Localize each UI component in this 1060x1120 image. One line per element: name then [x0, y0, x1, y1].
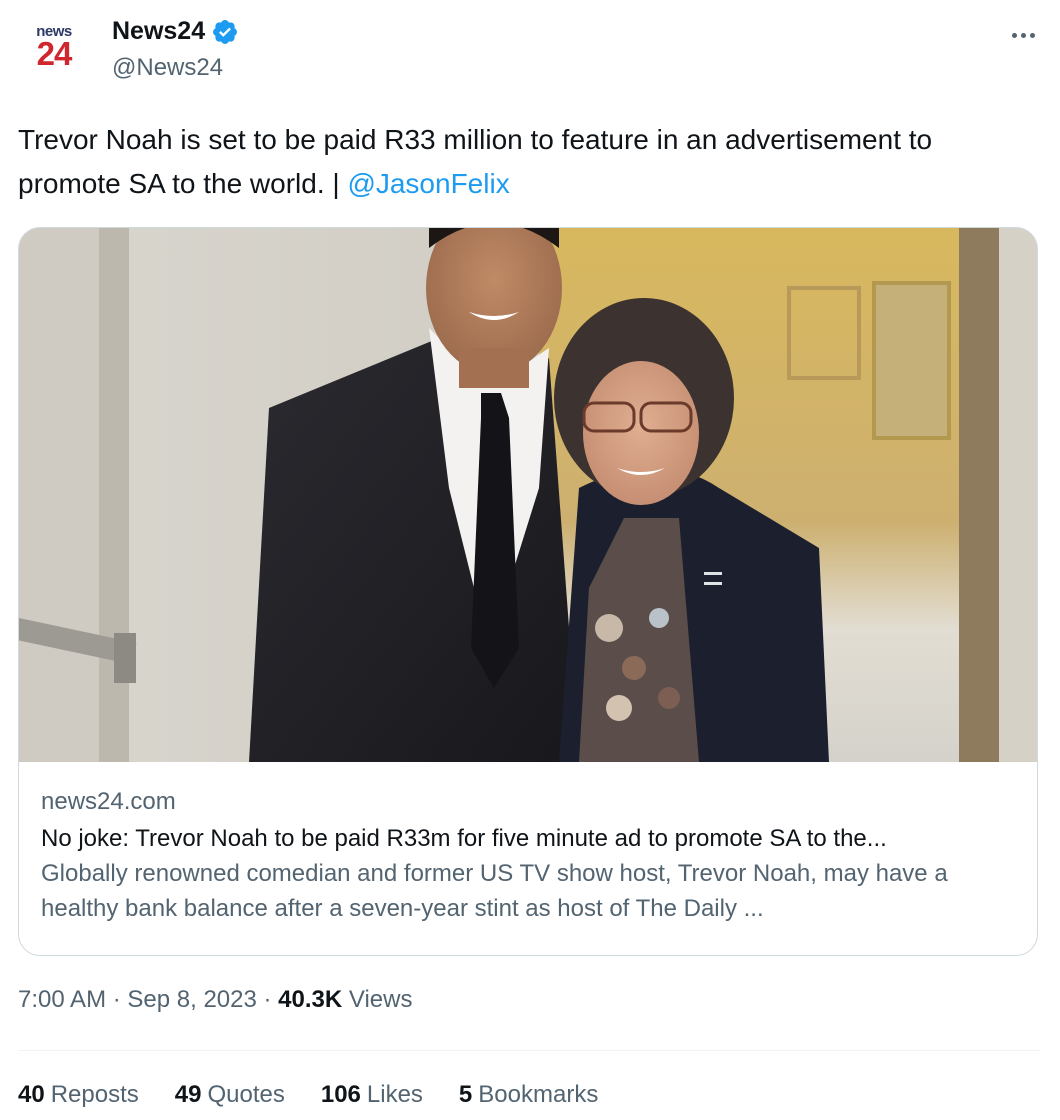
author-display-name[interactable]: News24 [112, 17, 205, 46]
card-domain: news24.com [41, 788, 176, 815]
avatar-logo-bottom: 24 [36, 35, 73, 72]
views-label: Views [342, 986, 413, 1013]
more-options-icon[interactable] [1008, 20, 1038, 50]
divider [18, 1050, 1040, 1051]
card-title: No joke: Trevor Noah to be paid R33m for… [41, 825, 887, 852]
likes-count: 106 [320, 1081, 361, 1108]
likes-label: Likes [366, 1081, 423, 1108]
reposts-count: 40 [18, 1081, 45, 1108]
card-description: Globally renowned comedian and former US… [41, 860, 948, 922]
quotes-count: 49 [174, 1081, 202, 1108]
tweet: news 24 News24 @News24 Trevor Noah is se… [0, 0, 1060, 1120]
bookmarks-stat[interactable]: 5 Bookmarks [459, 1081, 598, 1109]
tweet-meta: 7:00 AM · Sep 8, 2023 · 40.3K Views [18, 986, 412, 1014]
card-photo [19, 228, 1037, 762]
likes-stat[interactable]: 106 Likes [321, 1081, 423, 1109]
quotes-label: Quotes [207, 1081, 285, 1108]
author-handle[interactable]: @News24 [112, 54, 223, 82]
card-image[interactable] [19, 228, 1037, 762]
reposts-label: Reposts [50, 1081, 139, 1108]
reposts-stat[interactable]: 40 Reposts [18, 1081, 139, 1109]
verified-badge-icon[interactable] [211, 18, 239, 46]
bookmarks-count: 5 [458, 1081, 473, 1108]
author-name-row: News24 [112, 17, 239, 46]
link-card[interactable]: news24.com No joke: Trevor Noah to be pa… [18, 227, 1038, 956]
bookmarks-label: Bookmarks [478, 1081, 599, 1108]
engagement-stats: 40 Reposts 49 Quotes 106 Likes 5 Bookmarks [18, 1081, 598, 1109]
tweet-date[interactable]: Sep 8, 2023 [127, 986, 256, 1014]
meta-separator: · [106, 986, 128, 1013]
views-count: 40.3K [278, 986, 343, 1013]
tweet-time[interactable]: 7:00 AM [18, 986, 106, 1014]
card-meta: news24.com No joke: Trevor Noah to be pa… [41, 786, 1021, 926]
tweet-text: Trevor Noah is set to be paid R33 millio… [18, 118, 1028, 206]
author-avatar[interactable]: news 24 [18, 14, 90, 86]
quotes-stat[interactable]: 49 Quotes [175, 1081, 285, 1109]
mention-link[interactable]: @JasonFelix [347, 168, 509, 199]
meta-separator-2: · [256, 986, 279, 1013]
